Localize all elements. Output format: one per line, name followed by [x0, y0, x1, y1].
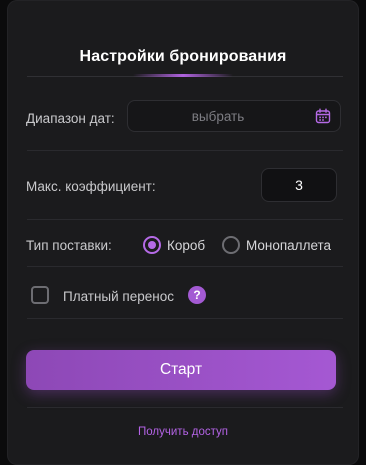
date-range-label: Диапазон дат:: [26, 111, 115, 126]
row-divider: [27, 266, 343, 267]
booking-settings-panel: Настройки бронирования Диапазон дат: Мак…: [7, 0, 359, 465]
help-icon[interactable]: ?: [188, 286, 206, 304]
start-button[interactable]: Старт: [26, 350, 336, 390]
max-coefficient-field[interactable]: [261, 168, 337, 202]
paid-transfer-checkbox[interactable]: [31, 286, 49, 304]
row-divider: [27, 318, 343, 319]
row-divider: [27, 150, 343, 151]
paid-transfer-label[interactable]: Платный перенос: [63, 289, 174, 304]
supply-type-box-radio[interactable]: [143, 236, 161, 254]
supply-type-monopallet-radio[interactable]: [222, 236, 240, 254]
date-range-picker[interactable]: [127, 100, 341, 132]
calendar-icon[interactable]: [315, 108, 331, 124]
get-access-link[interactable]: Получить доступ: [7, 426, 359, 438]
max-coefficient-label: Макс. коэффициент:: [26, 179, 156, 194]
row-divider: [27, 407, 343, 408]
supply-type-monopallet-label[interactable]: Монопаллета: [246, 238, 331, 253]
supply-type-label: Тип поставки:: [26, 238, 112, 253]
max-coefficient-input[interactable]: [262, 169, 336, 201]
supply-type-box-label[interactable]: Короб: [167, 238, 205, 253]
title-accent-underline: [133, 74, 233, 77]
panel-title: Настройки бронирования: [79, 48, 287, 65]
date-range-input[interactable]: [128, 101, 308, 131]
row-divider: [27, 219, 343, 220]
